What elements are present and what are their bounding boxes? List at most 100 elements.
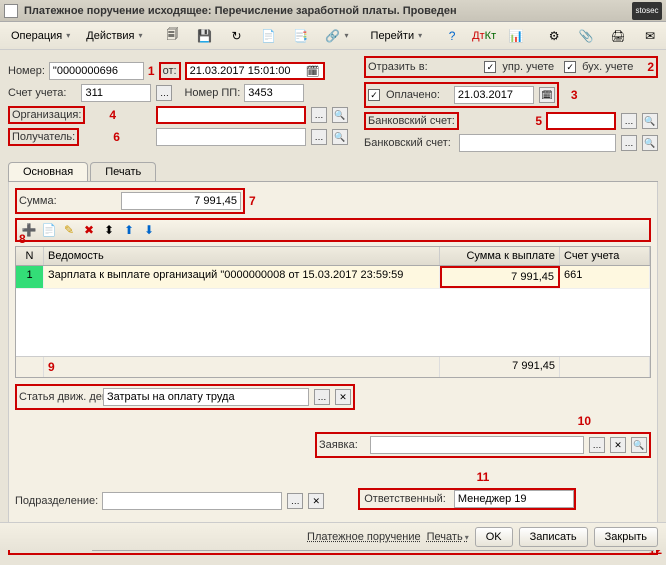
tb-mail-icon[interactable]: ✉ bbox=[635, 25, 665, 47]
operation-menu[interactable]: Операция bbox=[4, 27, 77, 45]
article-select-btn[interactable]: … bbox=[314, 389, 330, 405]
col-acc[interactable]: Счет учета bbox=[560, 247, 650, 265]
tb-print-icon[interactable]: 🖨 bbox=[603, 25, 633, 47]
mark-8: 8 bbox=[19, 232, 26, 246]
grid-up-icon[interactable]: ⬆ bbox=[121, 222, 137, 238]
mark-1: 1 bbox=[148, 64, 155, 78]
tab-main[interactable]: Основная bbox=[8, 162, 88, 181]
mark-7: 7 bbox=[249, 194, 256, 208]
article-label: Статья движ. ден. средств: bbox=[19, 391, 99, 403]
grid-edit-icon[interactable]: ✎ bbox=[61, 222, 77, 238]
pp-link[interactable]: Платежное поручение bbox=[307, 531, 421, 543]
bottom-bar: Платежное поручение Печать OK Записать З… bbox=[0, 522, 666, 550]
tb-settings-icon[interactable]: ⚙ bbox=[539, 25, 569, 47]
org-input[interactable] bbox=[156, 106, 306, 124]
tb-attach-icon[interactable]: 📎 bbox=[571, 25, 601, 47]
request-search-btn[interactable]: 🔍 bbox=[631, 437, 647, 453]
save-button[interactable]: Записать bbox=[519, 527, 588, 547]
mark-11: 11 bbox=[477, 470, 490, 484]
reflect-label: Отразить в: bbox=[368, 61, 428, 73]
tb-help-icon[interactable]: ? bbox=[437, 25, 467, 47]
dept-clear-btn[interactable]: ✕ bbox=[308, 493, 324, 509]
resp-input[interactable]: Менеджер 19 bbox=[454, 490, 574, 508]
recipient-input[interactable] bbox=[156, 128, 306, 146]
tab-main-body: Сумма: 7 991,45 7 ➕ 📄 ✎ ✖ ⬍ ⬆ ⬇ 8 N Ведо… bbox=[8, 182, 658, 525]
mark-4: 4 bbox=[109, 108, 116, 122]
close-button[interactable]: Закрыть bbox=[594, 527, 658, 547]
tb-refresh-icon[interactable]: ↻ bbox=[222, 25, 252, 47]
bank2-input[interactable] bbox=[459, 134, 616, 152]
bank2-select-btn[interactable]: … bbox=[621, 135, 637, 151]
org-search-btn[interactable]: 🔍 bbox=[332, 107, 348, 123]
tb-save-icon[interactable]: 💾 bbox=[190, 25, 220, 47]
col-ved[interactable]: Ведомость bbox=[44, 247, 440, 265]
tb-post-icon[interactable]: 🗐 bbox=[158, 25, 188, 47]
ok-button[interactable]: OK bbox=[475, 527, 513, 547]
account-label: Счет учета: bbox=[8, 87, 66, 99]
ppnum-label: Номер ПП: bbox=[184, 87, 240, 99]
recipient-select-btn[interactable]: … bbox=[311, 129, 327, 145]
request-label: Заявка: bbox=[319, 439, 358, 451]
grid-sort-icon[interactable]: ⬍ bbox=[101, 222, 117, 238]
number-label: Номер: bbox=[8, 65, 45, 77]
mark-3: 3 bbox=[571, 88, 578, 102]
grid-delete-icon[interactable]: ✖ bbox=[81, 222, 97, 238]
mark-6: 6 bbox=[113, 130, 120, 144]
request-clear-btn[interactable]: ✕ bbox=[610, 437, 626, 453]
grid-footer: 9 7 991,45 bbox=[16, 356, 650, 377]
actions-menu[interactable]: Действия bbox=[79, 27, 149, 45]
titlebar: Платежное поручение исходящее: Перечисле… bbox=[0, 0, 666, 22]
request-input[interactable] bbox=[370, 436, 584, 454]
tb-copy-icon[interactable]: 📄 bbox=[254, 25, 284, 47]
bank1-search-btn[interactable]: 🔍 bbox=[642, 113, 658, 129]
account-input[interactable]: 311 bbox=[81, 84, 151, 102]
col-sum[interactable]: Сумма к выплате bbox=[440, 247, 560, 265]
bank1-input[interactable] bbox=[546, 112, 616, 130]
account-select-btn[interactable]: … bbox=[156, 85, 172, 101]
paid-label: Оплачено: bbox=[386, 89, 440, 101]
bank1-select-btn[interactable]: … bbox=[621, 113, 637, 129]
org-select-btn[interactable]: … bbox=[311, 107, 327, 123]
tb-structure-icon[interactable]: 🔗 bbox=[318, 25, 356, 47]
window-title: Платежное поручение исходящее: Перечисле… bbox=[24, 5, 632, 17]
tb-basedon-icon[interactable]: 📑 bbox=[286, 25, 316, 47]
date-input[interactable]: 21.03.2017 15:01:00🗓 bbox=[185, 62, 325, 80]
recipient-search-btn[interactable]: 🔍 bbox=[332, 129, 348, 145]
acct-check[interactable]: ✓ bbox=[564, 61, 576, 73]
grid-header: N Ведомость Сумма к выплате Счет учета bbox=[16, 247, 650, 266]
logo-icon: stosec bbox=[632, 2, 662, 20]
print-menu[interactable]: Печать bbox=[427, 531, 469, 543]
paid-check[interactable]: ✓ bbox=[368, 89, 380, 101]
bank2-label: Банковский счет: bbox=[364, 137, 451, 149]
bank1-label: Банковский счет: bbox=[364, 112, 459, 130]
grid-copy-icon[interactable]: 📄 bbox=[41, 222, 57, 238]
tab-print[interactable]: Печать bbox=[90, 162, 156, 181]
col-n[interactable]: N bbox=[16, 247, 44, 265]
mark-9: 9 bbox=[48, 360, 55, 374]
tb-dtkt-icon[interactable]: ДтКт bbox=[469, 25, 499, 47]
paid-date-input[interactable]: 21.03.2017 bbox=[454, 86, 534, 104]
request-select-btn[interactable]: … bbox=[589, 437, 605, 453]
jump-menu[interactable]: Перейти bbox=[364, 27, 430, 45]
mgmt-check[interactable]: ✓ bbox=[484, 61, 496, 73]
org-label: Организация: bbox=[8, 106, 85, 124]
bank2-search-btn[interactable]: 🔍 bbox=[642, 135, 658, 151]
dept-label: Подразделение: bbox=[15, 495, 98, 507]
grid: N Ведомость Сумма к выплате Счет учета 1… bbox=[15, 246, 651, 378]
grid-down-icon[interactable]: ⬇ bbox=[141, 222, 157, 238]
tb-report-icon[interactable]: 📊 bbox=[501, 25, 531, 47]
dept-select-btn[interactable]: … bbox=[287, 493, 303, 509]
from-label: от: bbox=[159, 62, 181, 80]
sum-input[interactable]: 7 991,45 bbox=[121, 192, 241, 210]
mark-10: 10 bbox=[578, 414, 591, 428]
ppnum-input[interactable]: 3453 bbox=[244, 84, 304, 102]
number-input[interactable]: "0000000696 bbox=[49, 62, 144, 80]
grid-toolbar: ➕ 📄 ✎ ✖ ⬍ ⬆ ⬇ bbox=[15, 218, 651, 242]
article-input[interactable]: Затраты на оплату труда bbox=[103, 388, 309, 406]
window-icon bbox=[4, 4, 18, 18]
grid-row[interactable]: 1 Зарплата к выплате организаций "000000… bbox=[16, 266, 650, 289]
article-clear-btn[interactable]: ✕ bbox=[335, 389, 351, 405]
dept-input[interactable] bbox=[102, 492, 282, 510]
paid-date-cal-btn[interactable]: 🗓 bbox=[539, 87, 555, 103]
mark-2: 2 bbox=[647, 60, 654, 74]
